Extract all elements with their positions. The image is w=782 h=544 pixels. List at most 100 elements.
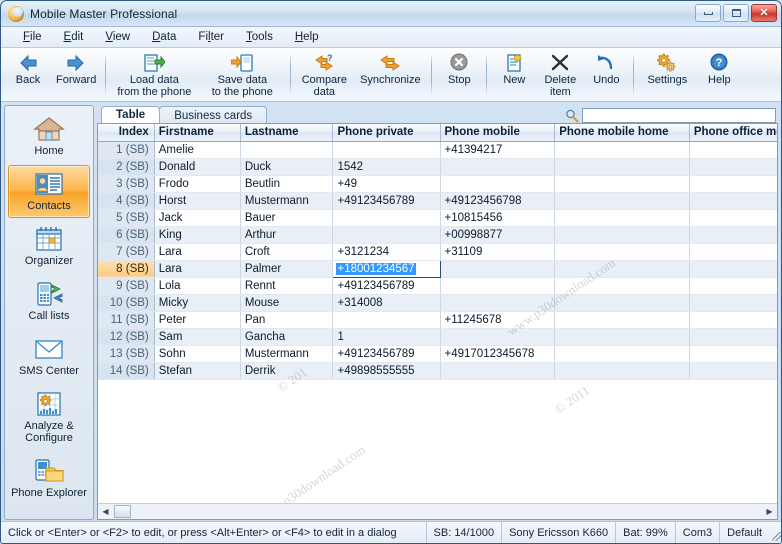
cell-phone-office-mobile[interactable] <box>689 158 777 175</box>
cell-lastname[interactable]: Gancha <box>240 328 333 345</box>
table-row[interactable]: 14 (SB)StefanDerrik+49898555555+4989789 <box>98 362 777 379</box>
cell-phone-office-mobile[interactable] <box>689 345 777 362</box>
cell-lastname[interactable]: Duck <box>240 158 333 175</box>
table-row[interactable]: 11 (SB)PeterPan+11245678 <box>98 311 777 328</box>
table-row[interactable]: 12 (SB)SamGancha1 <box>98 328 777 345</box>
cell-phone-private[interactable]: +314008 <box>333 294 440 311</box>
cell-phone-mobile[interactable]: +49123456798 <box>440 192 555 209</box>
table-row[interactable]: 9 (SB)LolaRennt+49123456789 <box>98 277 777 294</box>
cell-phone-office-mobile[interactable] <box>689 260 777 277</box>
cell-phone-mobile[interactable]: +31109 <box>440 243 555 260</box>
sidebar-item-call-lists[interactable]: Call lists <box>8 275 90 328</box>
toolbar-button-save-data[interactable]: Save data to the phone <box>198 51 286 98</box>
resize-grip-icon[interactable] <box>769 522 782 543</box>
sidebar-item-phone-explorer[interactable]: Phone Explorer <box>8 452 90 505</box>
cell-editor-selection[interactable]: +18001234567 <box>336 263 415 275</box>
cell-phone-office-mobile[interactable] <box>689 192 777 209</box>
cell-phone-private[interactable]: +49 <box>333 175 440 192</box>
cell-phone-private[interactable] <box>333 311 440 328</box>
cell-lastname[interactable] <box>240 141 333 158</box>
column-header-lastname[interactable]: Lastname <box>240 124 333 141</box>
cell-phone-office-mobile[interactable] <box>689 328 777 345</box>
cell-firstname[interactable]: Lara <box>154 260 240 277</box>
cell-index[interactable]: 6 (SB) <box>98 226 154 243</box>
cell-phone-mobile[interactable] <box>440 175 555 192</box>
menu-item-file[interactable]: File <box>15 29 56 45</box>
cell-lastname[interactable]: Mouse <box>240 294 333 311</box>
menu-item-help[interactable]: Help <box>287 29 333 45</box>
cell-phone-mobile[interactable] <box>440 328 555 345</box>
toolbar-button-forward[interactable]: Forward <box>51 51 101 87</box>
cell-phone-office-mobile[interactable] <box>689 175 777 192</box>
cell-phone-mobile[interactable] <box>440 277 555 294</box>
cell-lastname[interactable]: Croft <box>240 243 333 260</box>
cell-phone-private[interactable] <box>333 226 440 243</box>
cell-firstname[interactable]: Micky <box>154 294 240 311</box>
cell-phone-mobile-home[interactable] <box>555 175 690 192</box>
cell-phone-mobile-home[interactable] <box>555 158 690 175</box>
cell-firstname[interactable]: Lola <box>154 277 240 294</box>
table-row[interactable]: 8 (SB)LaraPalmer+18001234567 <box>98 260 777 277</box>
cell-firstname[interactable]: Horst <box>154 192 240 209</box>
scroll-right-arrow-icon[interactable]: ▶ <box>762 504 777 519</box>
table-row[interactable]: 1 (SB)Amelie +41394217 <box>98 141 777 158</box>
cell-phone-mobile-home[interactable] <box>555 362 690 379</box>
cell-phone-private[interactable]: +18001234567 <box>333 260 440 277</box>
cell-phone-mobile-home[interactable] <box>555 141 690 158</box>
cell-firstname[interactable]: Amelie <box>154 141 240 158</box>
sidebar-item-home[interactable]: Home <box>8 110 90 163</box>
cell-phone-office-mobile[interactable] <box>689 294 777 311</box>
cell-phone-mobile-home[interactable] <box>555 226 690 243</box>
cell-phone-mobile[interactable]: +41394217 <box>440 141 555 158</box>
cell-firstname[interactable]: Sohn <box>154 345 240 362</box>
cell-phone-mobile[interactable] <box>440 362 555 379</box>
cell-phone-private[interactable]: +49123456789 <box>333 192 440 209</box>
menu-item-view[interactable]: View <box>97 29 144 45</box>
table-row[interactable]: 5 (SB)JackBauer+10815456 <box>98 209 777 226</box>
cell-firstname[interactable]: Peter <box>154 311 240 328</box>
cell-firstname[interactable]: Donald <box>154 158 240 175</box>
cell-index[interactable]: 14 (SB) <box>98 362 154 379</box>
column-header-phone-mobile[interactable]: Phone mobile <box>440 124 555 141</box>
menu-item-tools[interactable]: Tools <box>238 29 287 45</box>
cell-phone-mobile[interactable] <box>440 158 555 175</box>
cell-phone-mobile[interactable]: +11245678 <box>440 311 555 328</box>
toolbar-button-delete-item[interactable]: Delete item <box>537 51 583 98</box>
toolbar-button-new[interactable]: New <box>491 51 537 87</box>
horizontal-scrollbar[interactable]: ◀ ▶ <box>98 503 777 519</box>
toolbar-button-undo[interactable]: Undo <box>583 51 629 87</box>
cell-phone-private[interactable]: +49123456789 <box>333 345 440 362</box>
cell-index[interactable]: 5 (SB) <box>98 209 154 226</box>
cell-index[interactable]: 9 (SB) <box>98 277 154 294</box>
cell-lastname[interactable]: Mustermann <box>240 345 333 362</box>
cell-lastname[interactable]: Arthur <box>240 226 333 243</box>
tab-business-cards[interactable]: Business cards <box>159 106 267 123</box>
cell-firstname[interactable]: King <box>154 226 240 243</box>
cell-lastname[interactable]: Derrik <box>240 362 333 379</box>
table-row[interactable]: 7 (SB)LaraCroft+3121234+31109 <box>98 243 777 260</box>
cell-index[interactable]: 12 (SB) <box>98 328 154 345</box>
toolbar-button-stop[interactable]: Stop <box>436 51 482 87</box>
cell-index[interactable]: 1 (SB) <box>98 141 154 158</box>
cell-phone-mobile[interactable]: +4917012345678 <box>440 345 555 362</box>
cell-phone-mobile-home[interactable] <box>555 209 690 226</box>
table-row[interactable]: 6 (SB)KingArthur+00998877 <box>98 226 777 243</box>
scroll-left-arrow-icon[interactable]: ◀ <box>98 504 113 519</box>
cell-phone-office-mobile[interactable] <box>689 209 777 226</box>
toolbar-button-synchronize[interactable]: Synchronize <box>353 51 427 87</box>
cell-phone-mobile-home[interactable] <box>555 277 690 294</box>
menu-item-filter[interactable]: Filter <box>190 29 238 45</box>
sidebar-item-organizer[interactable]: Organizer <box>8 220 90 273</box>
scrollbar-thumb[interactable] <box>114 505 131 518</box>
cell-firstname[interactable]: Sam <box>154 328 240 345</box>
table-row[interactable]: 10 (SB)MickyMouse+314008 <box>98 294 777 311</box>
cell-phone-private[interactable]: +3121234 <box>333 243 440 260</box>
menu-item-data[interactable]: Data <box>144 29 190 45</box>
cell-phone-private[interactable] <box>333 141 440 158</box>
minimize-button[interactable] <box>695 4 721 22</box>
toolbar-button-load-data[interactable]: Load data from the phone <box>110 51 198 98</box>
toolbar-button-back[interactable]: Back <box>5 51 51 87</box>
cell-index[interactable]: 10 (SB) <box>98 294 154 311</box>
cell-phone-mobile-home[interactable] <box>555 311 690 328</box>
cell-index[interactable]: 3 (SB) <box>98 175 154 192</box>
